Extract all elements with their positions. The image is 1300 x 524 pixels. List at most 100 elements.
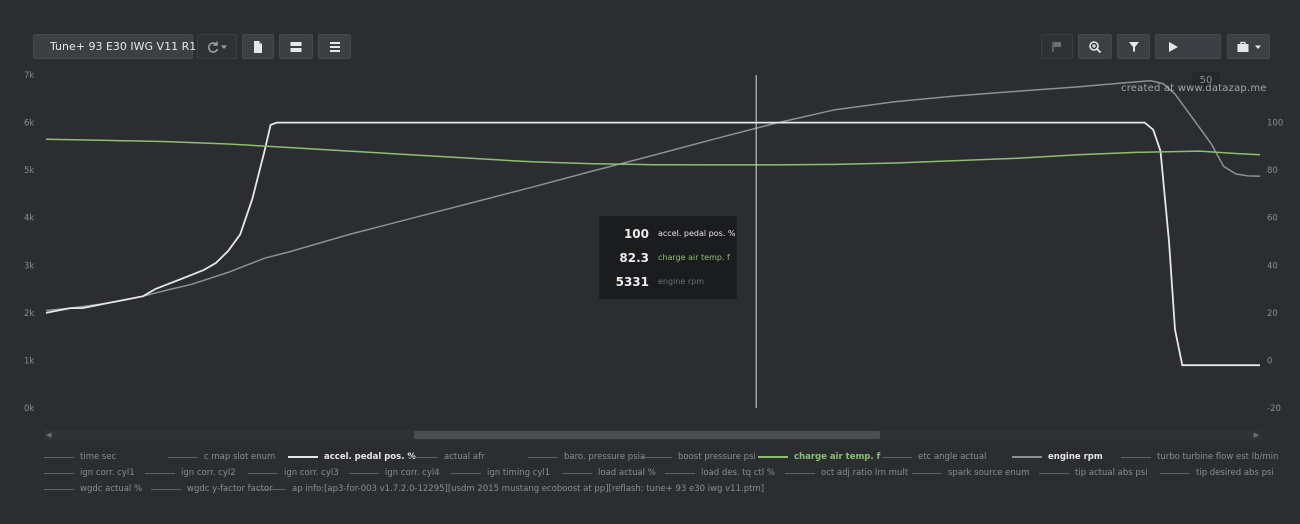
- flag-button[interactable]: [1041, 34, 1073, 59]
- legend-swatch: [528, 456, 558, 458]
- legend-item[interactable]: ign corr. cyl3: [248, 468, 339, 478]
- list-icon: [329, 41, 340, 52]
- y-left-tick-label: 7k: [24, 71, 34, 81]
- caret-down-icon: [1254, 45, 1261, 49]
- legend-item[interactable]: charge air temp. f: [758, 452, 880, 462]
- refresh-button[interactable]: [197, 34, 237, 59]
- legend-swatch: [288, 456, 318, 458]
- legend-swatch: [44, 488, 74, 490]
- legend-swatch: [248, 472, 278, 474]
- legend-swatch: [145, 472, 175, 474]
- y-right-tick-label: 40: [1267, 261, 1278, 271]
- legend-label: ign corr. cyl3: [284, 468, 339, 478]
- legend-swatch: [882, 456, 912, 458]
- chart-tooltip: 100 accel. pedal pos. % 82.3 charge air …: [599, 216, 737, 299]
- filter-button[interactable]: [1117, 34, 1150, 59]
- legend-swatch: [1160, 472, 1190, 474]
- legend-item[interactable]: tip actual abs psi: [1039, 468, 1148, 478]
- briefcase-button[interactable]: [1227, 34, 1270, 59]
- y-left-tick-label: 4k: [24, 214, 34, 224]
- filter-icon: [1128, 41, 1139, 52]
- legend-swatch: [642, 456, 672, 458]
- flag-icon: [1052, 41, 1061, 52]
- legend-item[interactable]: tip desired abs psi: [1160, 468, 1274, 478]
- legend-label: wgdc actual %: [80, 484, 143, 494]
- tooltip-row: 5331 engine rpm: [599, 275, 737, 289]
- legend-label: load des. tq ctl %: [701, 468, 775, 478]
- legend-item[interactable]: time sec: [44, 452, 116, 462]
- legend-label: turbo turbine flow est lb/min: [1157, 452, 1279, 462]
- tooltip-label: engine rpm: [658, 277, 704, 286]
- legend-label: baro. pressure psia: [564, 452, 646, 462]
- legend-item[interactable]: ign corr. cyl1: [44, 468, 135, 478]
- scroll-right-arrow[interactable]: ▶: [1254, 431, 1259, 439]
- legend-label: boost pressure psi: [678, 452, 756, 462]
- y-right-tick-label: 80: [1267, 166, 1278, 176]
- document-icon: [254, 40, 262, 53]
- legend-item[interactable]: turbo turbine flow est lb/min: [1121, 452, 1278, 462]
- legend-item[interactable]: wgdc y-factor factor: [151, 484, 273, 494]
- list-button[interactable]: [318, 34, 351, 59]
- legend-item[interactable]: accel. pedal pos. %: [288, 452, 416, 462]
- legend-item[interactable]: load actual %: [562, 468, 656, 478]
- legend-item[interactable]: load des. tq ctl %: [665, 468, 775, 478]
- toolbar: Tune+ 93 E30 IWG V11 R1.csv 50: [0, 34, 1300, 89]
- document-button[interactable]: [242, 34, 274, 59]
- legend-item[interactable]: ap info:[ap3-for-003 v1.7.2.0-12295][usd…: [256, 484, 764, 494]
- legend-label: ign timing cyl1: [487, 468, 551, 478]
- legend-item[interactable]: etc angle actual: [882, 452, 986, 462]
- legend-item[interactable]: baro. pressure psia: [528, 452, 645, 462]
- legend-item[interactable]: engine rpm: [1012, 452, 1103, 462]
- legend-swatch: [1039, 472, 1069, 474]
- legend-label: spark source enum: [948, 468, 1030, 478]
- watermark: created at www.datazap.me: [1121, 83, 1267, 94]
- chart-navigator[interactable]: ◀ ▶: [44, 430, 1261, 440]
- legend-swatch: [408, 456, 438, 458]
- play-button[interactable]: [1155, 34, 1221, 59]
- legend-item[interactable]: c map slot enum: [168, 452, 275, 462]
- legend-item[interactable]: ign timing cyl1: [451, 468, 550, 478]
- file-select-button[interactable]: Tune+ 93 E30 IWG V11 R1.csv: [33, 34, 218, 59]
- play-icon: [1169, 41, 1178, 52]
- legend-item[interactable]: spark source enum: [912, 468, 1029, 478]
- refresh-icon: [208, 41, 219, 53]
- legend-item[interactable]: ign corr. cyl2: [145, 468, 236, 478]
- legend-swatch: [349, 472, 379, 474]
- legend-label: actual afr: [444, 452, 485, 462]
- briefcase-icon: [1237, 41, 1248, 52]
- y-left-tick-label: 2k: [24, 309, 34, 319]
- file-name: Tune+ 93 E30 IWG V11 R1.csv: [50, 40, 218, 53]
- legend-label: time sec: [80, 452, 117, 462]
- y-left-tick-label: 3k: [24, 261, 34, 271]
- scroll-left-arrow[interactable]: ◀: [46, 431, 51, 439]
- caret-down-icon: [221, 45, 227, 49]
- y-right-tick-label: 0: [1267, 356, 1272, 366]
- navigator-thumb[interactable]: [414, 431, 880, 439]
- legend-swatch: [44, 472, 74, 474]
- legend-swatch: [44, 456, 74, 458]
- legend-label: ign corr. cyl2: [181, 468, 236, 478]
- legend-label: charge air temp. f: [794, 452, 881, 462]
- legend-item[interactable]: ign corr. cyl4: [349, 468, 440, 478]
- legend-swatch: [1121, 456, 1151, 458]
- y-left-tick-label: 0k: [24, 404, 34, 414]
- zoom-button[interactable]: [1078, 34, 1112, 59]
- series-line-charge-air-temp-f: [45, 138, 1261, 166]
- legend-label: ign corr. cyl1: [80, 468, 135, 478]
- legend-label: oct adj ratio lrn mult: [821, 468, 909, 478]
- y-right-tick-label: 60: [1267, 214, 1278, 224]
- tooltip-label: charge air temp. f: [658, 253, 730, 262]
- legend-item[interactable]: oct adj ratio lrn mult: [785, 468, 908, 478]
- layout-button[interactable]: [279, 34, 313, 59]
- tooltip-row: 82.3 charge air temp. f: [599, 251, 737, 265]
- y-right-tick-label: -20: [1267, 404, 1281, 414]
- legend-item[interactable]: actual afr: [408, 452, 485, 462]
- legend-swatch: [665, 472, 695, 474]
- y-left-tick-label: 5k: [24, 166, 34, 176]
- legend-item[interactable]: wgdc actual %: [44, 484, 142, 494]
- legend-item[interactable]: boost pressure psi: [642, 452, 756, 462]
- legend-label: ign corr. cyl4: [385, 468, 440, 478]
- y-left-tick-label: 6k: [24, 119, 34, 129]
- tooltip-value: 5331: [615, 275, 649, 289]
- tooltip-value: 100: [623, 227, 649, 241]
